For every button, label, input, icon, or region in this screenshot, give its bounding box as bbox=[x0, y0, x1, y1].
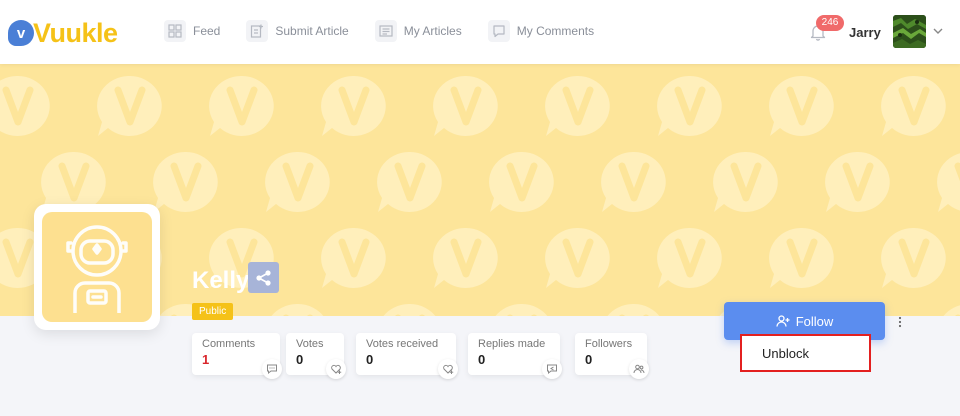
nav-item-my-comments[interactable]: My Comments bbox=[487, 20, 595, 42]
comment-dots-icon bbox=[262, 359, 282, 379]
nav-label-my-articles: My Articles bbox=[403, 24, 462, 38]
stat-label: Followers bbox=[585, 338, 633, 350]
chevron-down-icon[interactable] bbox=[933, 27, 943, 35]
visibility-badge: Public bbox=[192, 303, 234, 320]
nav-item-feed[interactable]: Feed bbox=[164, 20, 220, 42]
top-navigation-bar: v Vuukle Feed Submit Article My Articles bbox=[0, 0, 960, 64]
stat-label: Votes bbox=[296, 338, 324, 350]
stat-label: Votes received bbox=[366, 338, 439, 350]
stat-votes-received[interactable]: Votes received 0 bbox=[356, 333, 458, 379]
profile-picture-frame bbox=[34, 204, 160, 330]
reply-icon bbox=[542, 359, 562, 379]
comment-icon bbox=[487, 20, 510, 42]
menu-item-unblock[interactable]: Unblock bbox=[762, 346, 809, 361]
logo-text: Vuukle bbox=[33, 17, 118, 48]
edit-document-icon bbox=[246, 20, 269, 42]
user-avatar[interactable] bbox=[893, 15, 926, 48]
vuukle-logo[interactable]: v Vuukle bbox=[8, 16, 118, 50]
heart-plus-icon bbox=[326, 359, 346, 379]
article-icon bbox=[374, 20, 397, 42]
add-user-icon bbox=[776, 315, 790, 327]
nav-label-feed: Feed bbox=[193, 24, 221, 38]
profile-name: Kelly bbox=[192, 267, 250, 294]
notification-count-badge: 246 bbox=[816, 15, 844, 31]
main-nav: Feed Submit Article My Articles My Comme… bbox=[164, 20, 620, 42]
profile-options-menu: Unblock bbox=[740, 334, 871, 372]
nav-item-submit-article[interactable]: Submit Article bbox=[246, 20, 349, 42]
more-options-icon[interactable] bbox=[896, 315, 904, 329]
grid-icon bbox=[164, 20, 186, 42]
current-username[interactable]: Jarry bbox=[849, 25, 881, 40]
astronaut-avatar-icon bbox=[42, 212, 152, 322]
stat-votes[interactable]: Votes 0 bbox=[286, 333, 346, 379]
stat-label: Comments bbox=[202, 338, 256, 350]
heart-plus-icon bbox=[438, 359, 458, 379]
nav-item-my-articles[interactable]: My Articles bbox=[374, 20, 462, 42]
stat-replies-made[interactable]: Replies made 0 bbox=[468, 333, 562, 379]
follow-button-label: Follow bbox=[795, 313, 834, 329]
stat-label: Replies made bbox=[478, 338, 546, 350]
nav-label-submit-article: Submit Article bbox=[275, 24, 349, 38]
stat-comments[interactable]: Comments 1 bbox=[192, 333, 282, 379]
share-button[interactable] bbox=[248, 262, 279, 293]
share-icon bbox=[255, 269, 271, 286]
logo-bubble-icon: v bbox=[8, 20, 34, 46]
users-icon bbox=[629, 359, 649, 379]
nav-label-my-comments: My Comments bbox=[516, 24, 595, 38]
stat-followers[interactable]: Followers 0 bbox=[575, 333, 649, 379]
